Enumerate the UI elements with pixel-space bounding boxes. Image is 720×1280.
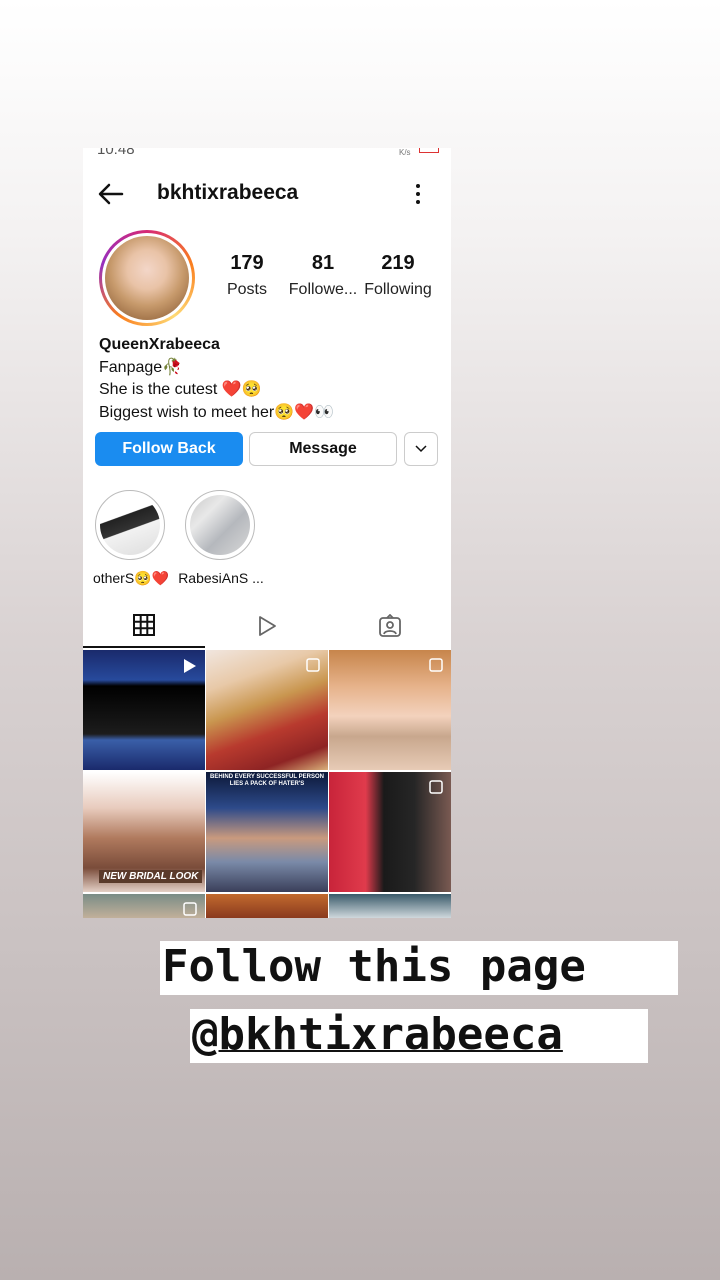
grid-post[interactable] — [329, 650, 451, 770]
tab-reels[interactable] — [206, 604, 328, 648]
profile-avatar[interactable] — [99, 230, 195, 326]
stat-posts[interactable]: 179 Posts — [217, 252, 277, 299]
tagged-icon — [379, 614, 401, 637]
stat-value: 219 — [381, 252, 415, 274]
display-name: QueenXrabeeca — [99, 336, 220, 353]
highlight-rabesians[interactable]: RabesiAnS ... — [178, 490, 264, 586]
story-caption-line2: @bkhtixrabeeca — [190, 1009, 648, 1063]
at-symbol: @ — [192, 1009, 219, 1060]
bio-line: Fanpage🥀 — [99, 358, 183, 376]
suggested-dropdown-button[interactable] — [404, 432, 438, 466]
tab-grid[interactable] — [83, 604, 205, 648]
multi-photo-icon — [429, 780, 443, 794]
back-arrow-icon[interactable] — [97, 180, 125, 208]
reels-icon — [259, 616, 276, 636]
grid-post[interactable] — [329, 772, 451, 892]
network-speed: K/s — [399, 148, 411, 157]
stat-value: 179 — [230, 252, 264, 274]
posts-grid: NEW BRIDAL LOOK BEHIND EVERY SUCCESSFUL … — [83, 650, 451, 918]
grid-post[interactable]: BEHIND EVERY SUCCESSFUL PERSON LIES A PA… — [206, 772, 328, 892]
bio-line: Biggest wish to meet her🥺❤️👀 — [99, 403, 334, 421]
stat-label: Following — [364, 281, 432, 298]
stat-following[interactable]: 219 Following — [361, 252, 435, 299]
stat-label: Followe... — [288, 281, 358, 298]
reel-icon — [184, 659, 196, 673]
profile-bio: QueenXrabeeca Fanpage🥀 She is the cutest… — [99, 334, 439, 424]
stat-label: Posts — [226, 281, 267, 298]
multi-photo-icon — [306, 658, 320, 672]
profile-header: bkhtixrabeeca — [83, 174, 451, 214]
bio-line: She is the cutest ❤️🥺 — [99, 381, 262, 398]
stat-value: 81 — [311, 252, 335, 274]
grid-post[interactable] — [83, 650, 205, 770]
grid-post[interactable] — [329, 894, 451, 918]
grid-icon — [133, 614, 155, 636]
highlight-thumbnail — [100, 495, 160, 555]
highlight-label: RabesiAnS ... — [178, 570, 264, 586]
multi-photo-icon — [183, 902, 197, 916]
highlight-thumbnail — [190, 495, 250, 555]
status-bar: 10:48 K/s — [83, 148, 451, 162]
profile-tabs — [83, 604, 451, 648]
follow-back-button[interactable]: Follow Back — [95, 432, 243, 466]
grid-post[interactable] — [206, 650, 328, 770]
more-options-icon[interactable] — [411, 182, 425, 206]
avatar-photo — [105, 236, 189, 320]
grid-post[interactable] — [83, 894, 205, 918]
post-overlay-text: NEW BRIDAL LOOK — [99, 870, 203, 883]
story-caption-line1: Follow this page — [160, 941, 678, 995]
stat-followers[interactable]: 81 Followe... — [287, 252, 359, 299]
multi-photo-icon — [429, 658, 443, 672]
grid-post[interactable] — [206, 894, 328, 918]
tab-tagged[interactable] — [329, 604, 451, 648]
message-button[interactable]: Message — [249, 432, 397, 466]
highlight-label: otherS🥺❤️ — [92, 570, 170, 586]
highlight-others[interactable]: otherS🥺❤️ — [93, 490, 169, 586]
profile-username: bkhtixrabeeca — [157, 181, 299, 204]
battery-icon — [419, 148, 439, 153]
post-overlay-text: BEHIND EVERY SUCCESSFUL PERSON LIES A PA… — [210, 774, 324, 787]
grid-post[interactable]: NEW BRIDAL LOOK — [83, 772, 205, 892]
status-time: 10:48 — [97, 148, 135, 158]
screenshot-card: 10:48 K/s bkhtixrabeeca 179 Posts 81 Fol… — [83, 148, 451, 918]
chevron-down-icon — [415, 445, 427, 453]
user-mention[interactable]: bkhtixrabeeca — [219, 1009, 563, 1060]
